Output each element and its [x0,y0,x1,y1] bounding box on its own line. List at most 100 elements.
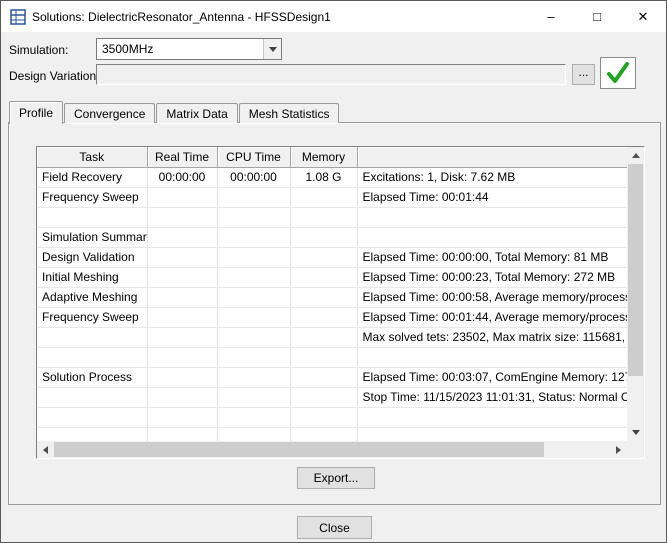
table-row[interactable] [37,407,627,427]
cell-memory [290,367,357,387]
scrollbar-corner [627,441,644,458]
table-row[interactable] [37,427,627,441]
cell-info: Elapsed Time: 00:01:44, Average memory/p… [357,307,627,327]
cell-cpu_time [217,327,290,347]
cell-memory [290,207,357,227]
cell-task: Frequency Sweep [37,187,147,207]
cell-memory [290,347,357,367]
maximize-button[interactable]: □ [574,1,620,32]
cell-task [37,207,147,227]
cell-cpu_time [217,307,290,327]
apply-check-button[interactable] [600,57,636,89]
export-button[interactable]: Export... [297,467,375,489]
scroll-left-icon [43,446,48,454]
cell-cpu_time [217,407,290,427]
window-title: Solutions: DielectricResonator_Antenna -… [32,10,331,24]
table-row[interactable]: Stop Time: 11/15/2023 11:01:31, Status: … [37,387,627,407]
cell-task: Simulation Summary [37,227,147,247]
scroll-left-button[interactable] [37,441,54,458]
table-row[interactable]: Simulation Summary [37,227,627,247]
table-row[interactable] [37,347,627,367]
header-task[interactable]: Task [37,147,147,167]
table-header-row: Task Real Time CPU Time Memory [37,147,627,167]
cell-memory [290,307,357,327]
scroll-up-button[interactable] [627,147,644,164]
cell-cpu_time [217,387,290,407]
profile-table: Task Real Time CPU Time Memory Field Rec… [36,146,645,459]
table-row[interactable]: Design Validation Elapsed Time: 00:00:00,… [37,247,627,267]
cell-cpu_time [217,367,290,387]
cell-memory [290,427,357,441]
table-row[interactable]: Adaptive MeshingElapsed Time: 00:00:58, … [37,287,627,307]
table-row[interactable]: Initial Meshing Elapsed Time: 00:00:23, T… [37,267,627,287]
table-row[interactable]: Field Recovery00:00:0000:00:001.08 GExci… [37,167,627,187]
cell-task: Frequency Sweep [37,307,147,327]
tab-convergence[interactable]: Convergence [64,103,155,123]
cell-info: Elapsed Time: 00:00:23, Total Memory: 27… [357,267,627,287]
cell-info [357,407,627,427]
cell-info: Elapsed Time: 00:00:58, Average memory/p… [357,287,627,307]
cell-memory [290,327,357,347]
cell-cpu_time [217,187,290,207]
check-icon [605,61,631,85]
cell-real_time [147,367,217,387]
cell-info: Stop Time: 11/15/2023 11:01:31, Status: … [357,387,627,407]
cell-real_time [147,427,217,441]
cell-task: Initial Meshing [37,267,147,287]
table-row[interactable]: Frequency Sweep Elapsed Time: 00:01:44, A… [37,307,627,327]
minimize-button[interactable]: – [528,1,574,32]
vertical-scrollbar[interactable] [627,147,644,441]
cell-real_time [147,187,217,207]
table-row[interactable]: Max solved tets: 23502, Max matrix size:… [37,327,627,347]
minimize-icon: – [547,9,554,24]
scroll-up-icon [632,153,640,158]
cell-info: Elapsed Time: 00:01:44 [357,187,627,207]
simulation-dropdown[interactable]: 3500MHz [96,38,282,60]
tab-profile[interactable]: Profile [9,101,63,124]
browse-button[interactable]: ... [572,64,595,85]
cell-real_time [147,287,217,307]
header-cpu-time[interactable]: CPU Time [217,147,290,167]
cell-cpu_time [217,267,290,287]
tab-matrix-data[interactable]: Matrix Data [156,103,237,123]
header-info[interactable] [357,147,627,167]
table-row[interactable]: Solution ProcessElapsed Time: 00:03:07, … [37,367,627,387]
cell-info [357,347,627,367]
cell-cpu_time [217,227,290,247]
cell-memory [290,407,357,427]
scroll-down-button[interactable] [627,424,644,441]
cell-real_time [147,227,217,247]
cell-real_time [147,347,217,367]
dropdown-arrow-button[interactable] [263,39,281,59]
table-row[interactable] [37,207,627,227]
cell-info: Elapsed Time: 00:00:00, Total Memory: 81… [357,247,627,267]
horizontal-scrollbar[interactable] [37,441,627,458]
table-row[interactable]: Frequency Sweep Elapsed Time: 00:01:44 [37,187,627,207]
cell-cpu_time [217,207,290,227]
cell-real_time [147,327,217,347]
close-dialog-button[interactable]: Close [297,516,372,539]
tab-mesh-statistics[interactable]: Mesh Statistics [239,103,340,123]
maximize-icon: □ [593,9,601,24]
simulation-value: 3500MHz [97,42,263,56]
dialog-icon [10,9,26,25]
header-real-time[interactable]: Real Time [147,147,217,167]
cell-memory [290,187,357,207]
scroll-right-icon [616,446,621,454]
cell-task: Design Validation [37,247,147,267]
horizontal-scroll-thumb[interactable] [54,442,544,457]
cell-info: Elapsed Time: 00:03:07, ComEngine Memory… [357,367,627,387]
scroll-right-button[interactable] [610,441,627,458]
vertical-scroll-thumb[interactable] [628,164,643,376]
header-memory[interactable]: Memory [290,147,357,167]
window-controls: – □ ✕ [528,1,666,32]
design-variation-field[interactable] [96,64,566,85]
chevron-down-icon [269,47,277,52]
close-button[interactable]: ✕ [620,1,666,32]
cell-task: Field Recovery [37,167,147,187]
tab-bar: Profile Convergence Matrix Data Mesh Sta… [9,101,340,123]
cell-cpu_time: 00:00:00 [217,167,290,187]
cell-memory [290,287,357,307]
scroll-down-icon [632,430,640,435]
cell-memory [290,387,357,407]
